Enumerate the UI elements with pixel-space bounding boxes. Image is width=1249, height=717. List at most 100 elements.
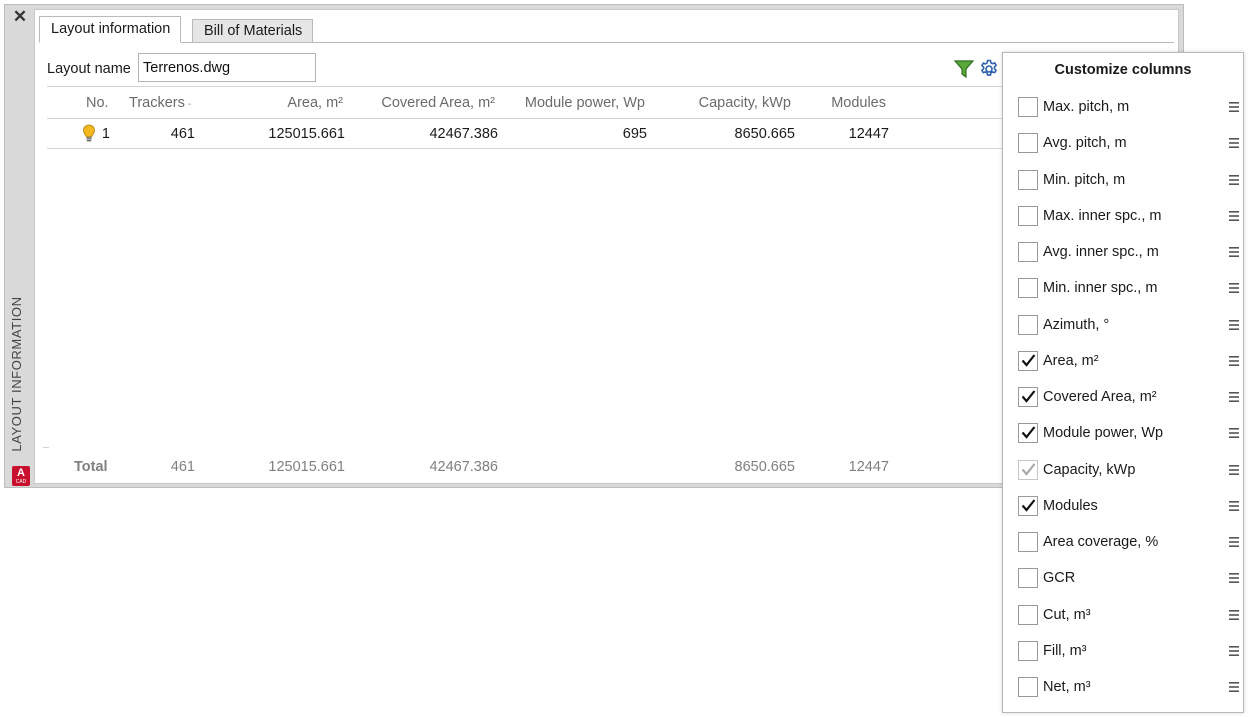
column-option[interactable]: Avg. pitch, m	[1018, 133, 1239, 155]
tab-bill-of-materials[interactable]: Bill of Materials	[192, 19, 314, 43]
drag-handle-icon[interactable]	[1228, 532, 1240, 552]
column-option-checkbox[interactable]	[1018, 640, 1038, 661]
column-option[interactable]: Capacity, kWp	[1018, 459, 1239, 482]
tab-layout-information[interactable]: Layout information	[39, 16, 182, 43]
column-option-label: Min. inner spc., m	[1043, 280, 1158, 297]
column-option-checkbox[interactable]	[1018, 169, 1038, 190]
drag-handle-icon[interactable]	[1228, 351, 1240, 371]
checkmark-icon	[1021, 390, 1036, 403]
grid-top-line	[47, 86, 1007, 87]
cell-trackers: 461	[170, 126, 195, 142]
header-no[interactable]: No.	[86, 95, 109, 111]
total-label: Total	[74, 459, 108, 475]
tab-divider	[39, 42, 1174, 43]
column-option-checkbox[interactable]	[1018, 242, 1038, 262]
column-option-label: Area coverage, %	[1043, 534, 1159, 550]
close-icon[interactable]: ✕	[12, 8, 28, 25]
column-option-label: Max. inner spc., m	[1043, 207, 1162, 224]
layout-name-input[interactable]	[138, 53, 316, 82]
column-option-checkbox[interactable]	[1018, 568, 1038, 589]
checkmark-icon	[1021, 354, 1036, 367]
popup-title: Customize columns	[1054, 62, 1192, 78]
drag-handle-icon[interactable]	[1228, 133, 1240, 153]
column-option[interactable]: Area coverage, %	[1018, 532, 1239, 554]
column-option-checkbox[interactable]	[1018, 387, 1038, 407]
header-trackers[interactable]: Trackers -	[129, 95, 191, 111]
column-option-label: Capacity, kWp	[1043, 461, 1136, 478]
column-option[interactable]: Max. pitch, m	[1018, 97, 1239, 119]
drag-handle-icon[interactable]	[1228, 677, 1240, 697]
column-option[interactable]: Azimuth, °	[1018, 314, 1239, 337]
drag-handle-icon[interactable]	[1228, 315, 1240, 335]
column-option-checkbox[interactable]	[1018, 604, 1038, 625]
cell-covered-area: 42467.386	[429, 126, 498, 142]
customize-columns-popup: Customize columns Max. pitch, m Avg. pitc…	[1002, 52, 1244, 713]
layout-name-label: Layout name	[47, 61, 131, 77]
column-option-checkbox[interactable]	[1018, 350, 1038, 371]
header-modules[interactable]: Modules	[805, 95, 886, 111]
drag-handle-icon[interactable]	[1228, 605, 1240, 625]
column-option-label: Module power, Wp	[1043, 425, 1164, 442]
column-option[interactable]: Fill, m³	[1018, 640, 1239, 663]
drag-handle-icon[interactable]	[1228, 170, 1240, 190]
column-option-checkbox[interactable]	[1018, 205, 1038, 226]
column-option-label: Avg. pitch, m	[1043, 135, 1127, 152]
grid-header-line	[47, 118, 1007, 119]
app-badge-sub: CAD	[15, 479, 27, 485]
column-option[interactable]: Module power, Wp	[1018, 423, 1239, 445]
header-capacity[interactable]: Capacity, kWp	[655, 95, 791, 111]
column-option[interactable]: Cut, m³	[1018, 604, 1239, 627]
column-option[interactable]: Min. pitch, m	[1018, 169, 1239, 192]
drag-handle-icon[interactable]	[1228, 496, 1240, 516]
column-option[interactable]: Covered Area, m²	[1018, 387, 1239, 409]
total-trackers: 461	[170, 459, 195, 475]
column-option[interactable]: Modules	[1018, 495, 1239, 518]
column-option-checkbox[interactable]	[1018, 677, 1038, 697]
grid-row-line	[47, 148, 1007, 149]
header-trackers-label: Trackers	[129, 95, 185, 111]
column-option-checkbox[interactable]	[1018, 314, 1038, 335]
cell-no: 1	[101, 126, 110, 142]
drag-handle-icon[interactable]	[1228, 206, 1240, 226]
column-option-checkbox[interactable]	[1018, 278, 1038, 299]
drag-handle-icon[interactable]	[1228, 278, 1240, 298]
column-option-label: Max. pitch, m	[1043, 99, 1130, 115]
gear-icon[interactable]	[979, 59, 999, 79]
header-module-power[interactable]: Module power, Wp	[505, 95, 645, 111]
column-option[interactable]: Area, m²	[1018, 350, 1239, 373]
column-option[interactable]: Max. inner spc., m	[1018, 205, 1239, 228]
checkmark-icon	[1021, 426, 1036, 439]
column-option-checkbox[interactable]	[1018, 423, 1038, 444]
drag-handle-icon[interactable]	[1228, 97, 1240, 117]
palette-side-strip: ✕ LAYOUT INFORMATION A CAD	[5, 5, 35, 487]
total-modules: 12447	[848, 459, 889, 475]
column-option[interactable]: Avg. inner spc., m	[1018, 242, 1239, 264]
drag-handle-icon[interactable]	[1228, 387, 1240, 407]
checkmark-icon	[1021, 462, 1036, 476]
column-option-label: GCR	[1043, 570, 1076, 587]
column-option-label: Area, m²	[1043, 352, 1099, 369]
column-option-checkbox[interactable]	[1018, 133, 1038, 154]
column-option-checkbox[interactable]	[1018, 495, 1038, 516]
column-option[interactable]: GCR	[1018, 568, 1239, 590]
drag-handle-icon[interactable]	[1228, 568, 1240, 588]
header-covered-area[interactable]: Covered Area, m²	[355, 95, 495, 111]
palette-vertical-title: LAYOUT INFORMATION	[9, 296, 24, 452]
column-option-label: Cut, m³	[1043, 606, 1091, 623]
column-option-label: Avg. inner spc., m	[1043, 244, 1159, 260]
total-area: 125015.661	[268, 459, 345, 475]
column-option-checkbox[interactable]	[1018, 532, 1038, 552]
column-option-label: Min. pitch, m	[1043, 171, 1126, 188]
cell-area: 125015.661	[268, 126, 345, 142]
column-option[interactable]: Min. inner spc., m	[1018, 278, 1239, 300]
drag-handle-icon[interactable]	[1228, 641, 1240, 661]
column-option-checkbox[interactable]	[1018, 97, 1038, 117]
drag-handle-icon[interactable]	[1228, 460, 1240, 480]
column-option-checkbox	[1018, 459, 1038, 480]
checkmark-icon	[1021, 499, 1036, 512]
drag-handle-icon[interactable]	[1228, 423, 1240, 443]
filter-icon[interactable]	[954, 59, 974, 79]
drag-handle-icon[interactable]	[1228, 242, 1240, 262]
header-area[interactable]: Area, m²	[241, 95, 343, 111]
column-option[interactable]: Net, m³	[1018, 677, 1239, 699]
